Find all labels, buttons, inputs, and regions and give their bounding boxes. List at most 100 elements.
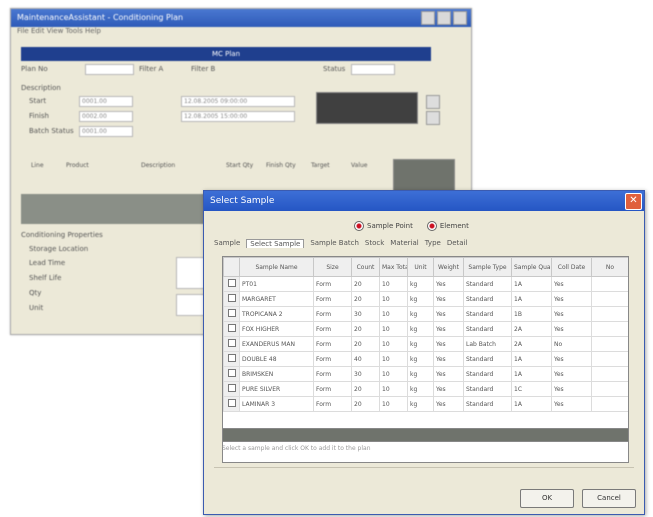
col-finish-qty: Finish Qty — [266, 162, 296, 169]
row-checkbox[interactable] — [223, 306, 240, 322]
col-line: Line — [31, 162, 44, 169]
row-checkbox[interactable] — [223, 276, 240, 292]
col-sample-type[interactable]: Sample Type — [463, 257, 512, 277]
minimize-icon[interactable] — [421, 11, 435, 25]
checkbox-icon[interactable] — [227, 294, 236, 302]
batch-status-field[interactable]: 0001.00 — [79, 126, 133, 137]
checkbox-icon[interactable] — [227, 309, 236, 317]
table-row[interactable]: BRIMSKEN Form 30 10 kg Yes Standard 1A Yes — [223, 366, 628, 382]
tab-stock[interactable]: Stock — [365, 239, 384, 248]
tab-detail[interactable]: Detail — [447, 239, 468, 248]
table-row[interactable]: EXANDERUS MAN Form 20 10 kg Yes Lab Batch 2A No — [223, 336, 628, 352]
row-checkbox[interactable] — [223, 396, 240, 412]
radio-element[interactable]: Element — [426, 221, 469, 231]
table-cell: Yes — [551, 381, 592, 397]
col-sample-quality[interactable]: Sample Quality — [511, 257, 552, 277]
table-cell: MARGARET — [239, 291, 314, 307]
table-cell: Standard — [463, 366, 512, 382]
table-cell: Standard — [463, 396, 512, 412]
close-icon[interactable]: ✕ — [625, 193, 642, 210]
side-down-button[interactable] — [426, 111, 440, 125]
table-cell: 30 — [351, 306, 380, 322]
table-row[interactable]: TROPICANA 2 Form 30 10 kg Yes Standard 1B Yes — [223, 306, 628, 322]
finish-qty-field[interactable]: 0002.00 — [79, 111, 133, 122]
start-qty-field[interactable]: 0001.00 — [79, 96, 133, 107]
side-up-button[interactable] — [426, 95, 440, 109]
col-sample-name[interactable]: Sample Name — [239, 257, 314, 277]
table-cell: 10 — [379, 336, 408, 352]
row-checkbox[interactable] — [223, 321, 240, 337]
table-cell: Yes — [433, 366, 464, 382]
table-cell: Yes — [433, 306, 464, 322]
table-row[interactable]: LAMINAR 3 Form 20 10 kg Yes Standard 1A Yes — [223, 396, 628, 412]
checkbox-icon[interactable] — [227, 384, 236, 392]
table-row[interactable]: PT01 Form 20 10 kg Yes Standard 1A Yes — [223, 276, 628, 292]
plan-no-field[interactable] — [85, 64, 134, 75]
radio-sample-point[interactable]: Sample Point — [354, 221, 413, 231]
storage-label: Storage Location — [29, 245, 89, 253]
maximize-icon[interactable] — [437, 11, 451, 25]
tab-sample-batch[interactable]: Sample Batch — [310, 239, 359, 248]
table-cell: TROPICANA 2 — [239, 306, 314, 322]
table-row[interactable]: DOUBLE 48 Form 40 10 kg Yes Standard 1A Yes — [223, 351, 628, 367]
table-row[interactable]: PURE SILVER Form 20 10 kg Yes Standard 1C Yes — [223, 381, 628, 397]
table-row[interactable]: MARGARET Form 20 10 kg Yes Standard 1A Yes — [223, 291, 628, 307]
table-cell: 2A — [511, 321, 552, 337]
table-cell-empty — [591, 291, 628, 307]
table-cell: 20 — [351, 291, 380, 307]
table-cell: Yes — [551, 321, 592, 337]
tab-type[interactable]: Type — [425, 239, 441, 248]
row-checkbox[interactable] — [223, 336, 240, 352]
row-checkbox[interactable] — [223, 291, 240, 307]
col-no[interactable]: No — [591, 257, 628, 277]
filter-a-label[interactable]: Filter A — [139, 65, 163, 73]
row-checkbox[interactable] — [223, 366, 240, 382]
checkbox-icon[interactable] — [227, 339, 236, 347]
col-check[interactable] — [223, 257, 240, 277]
horizontal-scrollbar[interactable] — [222, 428, 629, 442]
table-row[interactable]: FOX HIGHER Form 20 10 kg Yes Standard 2A Yes — [223, 321, 628, 337]
table-cell: Standard — [463, 381, 512, 397]
table-cell: LAMINAR 3 — [239, 396, 314, 412]
row-checkbox[interactable] — [223, 351, 240, 367]
table-cell: Yes — [551, 306, 592, 322]
checkbox-icon[interactable] — [227, 324, 236, 332]
col-unit[interactable]: Unit — [407, 257, 434, 277]
col-coll-date[interactable]: Coll Date — [551, 257, 592, 277]
table-cell: Yes — [433, 381, 464, 397]
table-cell: kg — [407, 321, 434, 337]
filter-b-label[interactable]: Filter B — [191, 65, 215, 73]
status-field[interactable] — [351, 64, 395, 75]
tab-sample[interactable]: Sample — [214, 239, 240, 248]
start-date-field[interactable]: 12.08.2005 09:00:00 — [181, 96, 295, 107]
table-cell: kg — [407, 351, 434, 367]
tab-material[interactable]: Material — [390, 239, 418, 248]
col-size[interactable]: Size — [313, 257, 352, 277]
checkbox-icon[interactable] — [227, 399, 236, 407]
tab-select-sample[interactable]: Select Sample — [246, 239, 305, 248]
lower-field-1[interactable] — [176, 257, 205, 289]
cancel-button[interactable]: Cancel — [582, 489, 636, 508]
lower-field-2[interactable] — [176, 294, 205, 316]
checkbox-icon[interactable] — [227, 369, 236, 377]
col-max-total[interactable]: Max Total — [379, 257, 408, 277]
table-cell: BRIMSKEN — [239, 366, 314, 382]
row-checkbox[interactable] — [223, 381, 240, 397]
radio-on-icon[interactable] — [426, 221, 437, 231]
col-description: Description — [141, 162, 176, 169]
radio-on-icon[interactable] — [354, 221, 364, 231]
finish-date-field[interactable]: 12.08.2005 15:00:00 — [181, 111, 295, 122]
table-cell: 10 — [379, 306, 408, 322]
ok-button[interactable]: OK — [520, 489, 574, 508]
table-cell: Form — [313, 336, 352, 352]
table-cell: Yes — [433, 336, 464, 352]
table-cell: Form — [313, 276, 352, 292]
menu-bar[interactable]: File Edit View Tools Help — [11, 27, 471, 37]
radio-sample-point-label: Sample Point — [367, 222, 413, 230]
col-count[interactable]: Count — [351, 257, 380, 277]
checkbox-icon[interactable] — [227, 354, 236, 362]
close-icon[interactable] — [453, 11, 467, 25]
checkbox-icon[interactable] — [227, 279, 236, 287]
col-weight[interactable]: Weight — [433, 257, 464, 277]
table-cell: 10 — [379, 291, 408, 307]
